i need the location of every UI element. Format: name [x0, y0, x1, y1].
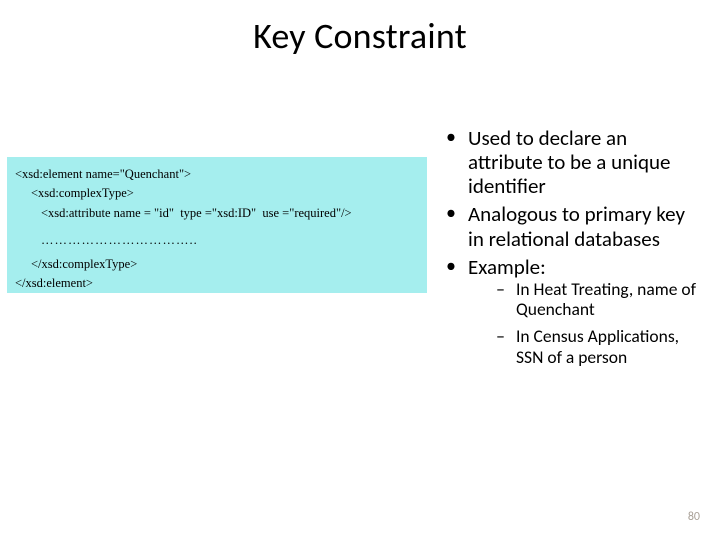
slide: Key Constraint <xsd:element name="Quench… — [0, 0, 720, 540]
sub-bullet-item: In Census Applications, SSN of a person — [468, 326, 702, 367]
page-number: 80 — [688, 510, 700, 524]
code-line: </xsd:complexType> — [31, 255, 419, 274]
code-line: <xsd:element name="Quenchant"> — [15, 165, 419, 184]
bullet-item: Example: In Heat Treating, name of Quenc… — [438, 255, 702, 368]
bullet-item: Analogous to primary key in relational d… — [438, 202, 702, 250]
code-line: </xsd:element> — [15, 274, 419, 293]
bullet-item: Used to declare an attribute to be a uni… — [438, 126, 702, 198]
code-line: <xsd:attribute name = "id" type ="xsd:ID… — [41, 204, 419, 223]
sub-bullet-item: In Heat Treating, name of Quenchant — [468, 279, 702, 320]
code-ellipsis: …………………………….. — [41, 231, 419, 250]
bullet-item-label: Example: — [468, 254, 546, 280]
code-line: <xsd:complexType> — [31, 184, 419, 203]
slide-title: Key Constraint — [0, 14, 720, 58]
bullet-list: Used to declare an attribute to be a uni… — [438, 126, 702, 373]
sub-bullet-list: In Heat Treating, name of Quenchant In C… — [468, 279, 702, 368]
xsd-code-snippet: <xsd:element name="Quenchant"> <xsd:comp… — [7, 157, 427, 293]
